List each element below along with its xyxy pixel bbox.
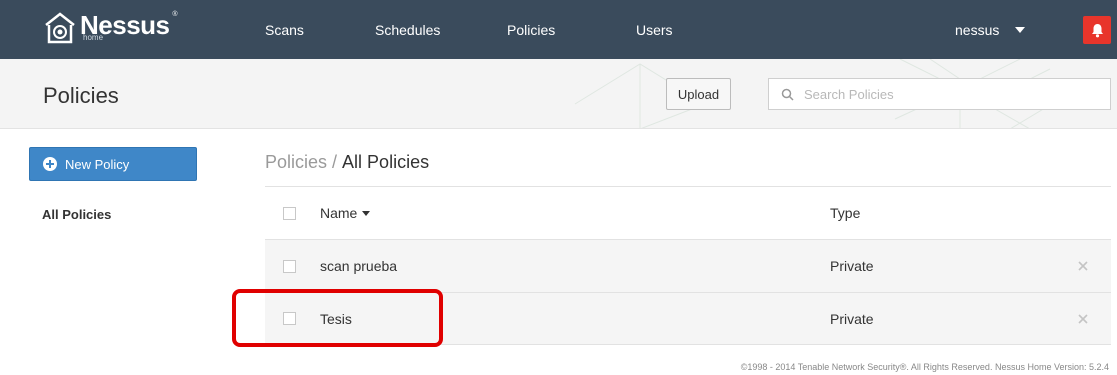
user-menu[interactable]: nessus xyxy=(955,22,1026,38)
table-row[interactable]: Tesis Private xyxy=(265,292,1111,345)
row-checkbox[interactable] xyxy=(283,312,296,325)
nav-policies[interactable]: Policies xyxy=(507,22,555,38)
policy-type: Private xyxy=(830,310,874,327)
sort-down-icon xyxy=(362,210,371,216)
nessus-eye-icon xyxy=(45,12,75,44)
search-input[interactable] xyxy=(804,86,1094,102)
policy-name[interactable]: Tesis xyxy=(320,311,352,327)
nav-scans[interactable]: Scans xyxy=(265,22,304,38)
search-icon xyxy=(781,88,794,101)
table-row[interactable]: scan prueba Private xyxy=(265,239,1111,292)
chevron-down-icon xyxy=(1015,27,1026,33)
upload-button[interactable]: Upload xyxy=(666,78,731,110)
copyright-footer: ©1998 - 2014 Tenable Network Security®. … xyxy=(740,362,1109,372)
close-icon[interactable] xyxy=(1077,313,1089,325)
nav-users[interactable]: Users xyxy=(636,22,673,38)
sidebar-item-all-policies[interactable]: All Policies xyxy=(42,207,111,222)
top-navbar: Nessus home ® Scans Schedules Policies U… xyxy=(0,0,1117,59)
nav-schedules[interactable]: Schedules xyxy=(375,22,440,38)
breadcrumb-separator: / xyxy=(332,152,338,172)
breadcrumb: Policies / All Policies xyxy=(265,152,429,173)
close-icon[interactable] xyxy=(1077,260,1089,272)
user-name: nessus xyxy=(955,22,1000,38)
page-title: Policies xyxy=(43,83,119,108)
select-all-checkbox[interactable] xyxy=(283,206,296,220)
policies-table: Name Type scan prueba Private Tesis Priv… xyxy=(265,186,1111,345)
search-field[interactable] xyxy=(768,78,1111,110)
name-column-header[interactable]: Name xyxy=(320,205,371,221)
nessus-logo[interactable]: Nessus home ® xyxy=(44,11,178,45)
brand-sub: home xyxy=(83,33,104,42)
page-header: Policies Upload xyxy=(0,59,1117,129)
notifications-button[interactable] xyxy=(1083,16,1111,44)
plus-circle-icon xyxy=(43,157,57,171)
registered-mark: ® xyxy=(172,11,178,18)
row-checkbox[interactable] xyxy=(283,259,296,273)
new-policy-button[interactable]: New Policy xyxy=(29,147,197,181)
new-policy-label: New Policy xyxy=(65,156,130,172)
breadcrumb-policies-link[interactable]: Policies xyxy=(265,152,327,172)
name-header-label: Name xyxy=(320,205,358,221)
bell-icon xyxy=(1091,23,1103,37)
policy-name[interactable]: scan prueba xyxy=(320,258,397,274)
type-column-header: Type xyxy=(830,205,861,221)
table-header-row: Name Type xyxy=(265,186,1111,239)
policy-type: Private xyxy=(830,258,874,274)
breadcrumb-current: All Policies xyxy=(342,152,430,172)
